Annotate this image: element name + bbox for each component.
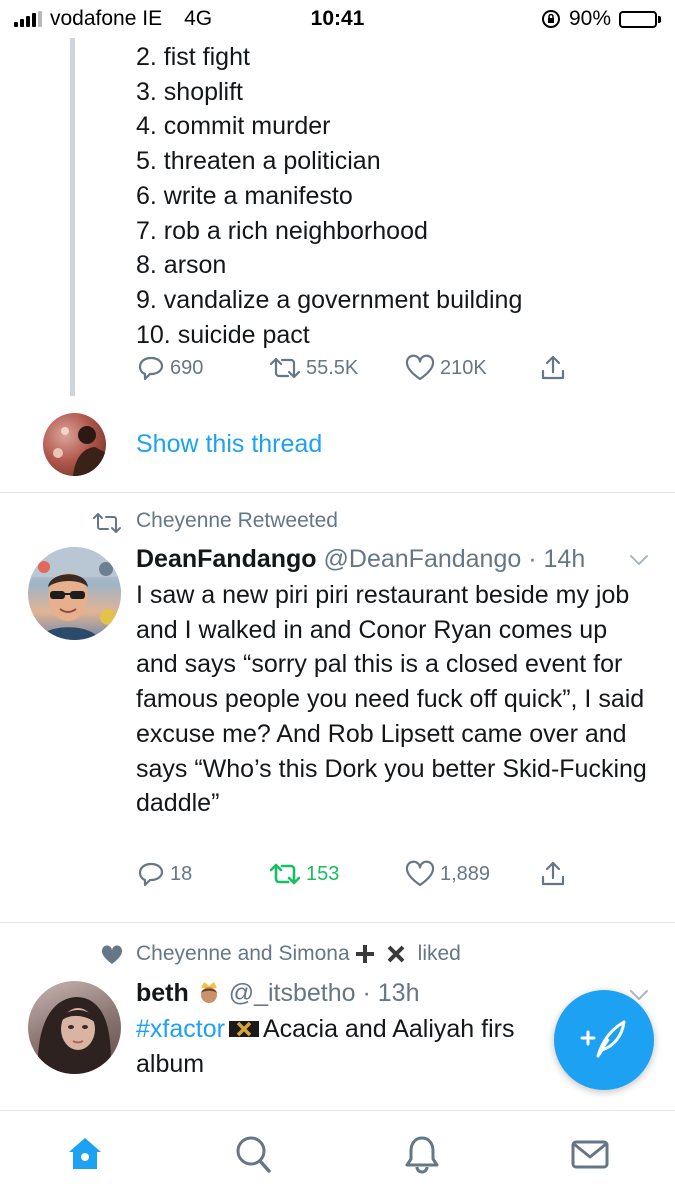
compose-icon xyxy=(580,1020,626,1058)
battery-icon xyxy=(619,10,661,28)
heart-context-icon xyxy=(101,945,123,964)
heart-icon xyxy=(405,860,435,887)
home-icon xyxy=(69,1138,101,1169)
retweet-button[interactable]: 55.5K xyxy=(268,353,358,383)
share-button[interactable] xyxy=(538,859,568,889)
avatar[interactable] xyxy=(43,413,106,476)
tab-messages[interactable] xyxy=(569,1133,611,1180)
liked-context[interactable]: Cheyenne and Simona liked xyxy=(136,942,461,966)
avatar-photo xyxy=(37,997,111,1074)
retweet-context-icon xyxy=(93,513,121,533)
plus-emoji-icon xyxy=(355,945,374,963)
avatar-photo xyxy=(28,547,121,640)
tab-notifications[interactable] xyxy=(401,1133,443,1180)
search-icon xyxy=(236,1136,271,1173)
display-name[interactable]: DeanFandango xyxy=(136,545,317,573)
like-button[interactable]: 1,889 xyxy=(404,859,490,889)
xfactor-emoji-icon xyxy=(228,1021,259,1037)
reply-button[interactable]: 18 xyxy=(136,859,192,889)
tweet-time[interactable]: · 14h xyxy=(528,545,585,573)
tweet-header: DeanFandango @DeanFandango · 14h xyxy=(136,545,585,574)
tab-search[interactable] xyxy=(232,1133,274,1180)
share-icon xyxy=(541,355,565,380)
list-item: 9. vandalize a government building xyxy=(136,285,523,314)
thread-connector-line xyxy=(70,38,75,396)
user-handle[interactable]: @_itsbetho xyxy=(229,979,356,1007)
bottom-tab-bar xyxy=(0,1110,675,1201)
tweet-text: I saw a new piri piri restaurant beside … xyxy=(136,581,647,818)
tweet-list-text: 2. fist fight 3. shoplift 4. commit murd… xyxy=(136,40,522,352)
status-right: 90% xyxy=(541,7,661,31)
like-button[interactable]: 210K xyxy=(404,353,487,383)
reply-button[interactable]: 690 xyxy=(136,353,203,383)
battery-percent: 90% xyxy=(568,7,611,30)
share-icon xyxy=(541,861,565,886)
user-handle[interactable]: @DeanFandango xyxy=(324,545,522,573)
retweet-icon xyxy=(269,863,301,885)
display-name[interactable]: beth xyxy=(136,979,189,1007)
list-item: 10. suicide pact xyxy=(136,320,310,349)
tweet-time[interactable]: · 13h xyxy=(362,979,419,1007)
orientation-lock-icon xyxy=(541,10,560,28)
like-count: 1,889 xyxy=(440,862,491,885)
liked-context-suffix: liked xyxy=(417,942,461,965)
list-item: 8. arson xyxy=(136,251,227,280)
divider xyxy=(0,922,675,923)
reply-icon xyxy=(138,356,164,381)
heart-icon xyxy=(405,354,435,381)
status-bar: vodafone IE 4G 10:41 90% xyxy=(0,0,675,38)
avatar[interactable] xyxy=(28,547,121,640)
avatar-photo xyxy=(53,426,106,476)
retweet-context-label[interactable]: Cheyenne Retweeted xyxy=(136,509,338,533)
retweet-count: 55.5K xyxy=(306,356,359,379)
tweet-text-line2: album xyxy=(136,1049,205,1078)
compose-tweet-button[interactable] xyxy=(554,990,654,1090)
chevron-down-icon[interactable] xyxy=(628,553,650,567)
princess-emoji-icon xyxy=(200,982,217,1003)
cross-emoji-icon xyxy=(387,945,405,963)
like-count: 210K xyxy=(440,356,487,379)
mail-icon xyxy=(571,1140,609,1169)
list-item: 2. fist fight xyxy=(136,43,250,71)
retweet-count: 153 xyxy=(306,862,340,885)
reply-count: 690 xyxy=(170,356,204,379)
list-item: 6. write a manifesto xyxy=(136,181,353,210)
tweet-header: beth @_itsbetho · 13h xyxy=(136,979,419,1008)
list-item: 5. threaten a politician xyxy=(136,147,381,176)
avatar[interactable] xyxy=(28,981,121,1074)
hashtag-link[interactable]: #xfactor xyxy=(136,1015,225,1043)
tweet-text-rest: Acacia and Aaliyah firs xyxy=(262,1015,515,1043)
retweet-icon xyxy=(269,357,301,379)
show-thread-link[interactable]: Show this thread xyxy=(136,430,322,459)
list-item: 3. shoplift xyxy=(136,77,244,106)
share-button[interactable] xyxy=(538,353,568,383)
reply-icon xyxy=(138,862,164,887)
tab-home[interactable] xyxy=(64,1133,106,1180)
divider xyxy=(0,492,675,493)
retweet-button[interactable]: 153 xyxy=(268,859,339,889)
liked-context-names: Cheyenne and Simona xyxy=(136,942,350,965)
bell-icon xyxy=(405,1136,439,1174)
list-item: 7. rob a rich neighborhood xyxy=(136,216,428,245)
list-item: 4. commit murder xyxy=(136,112,331,141)
reply-count: 18 xyxy=(170,862,193,885)
